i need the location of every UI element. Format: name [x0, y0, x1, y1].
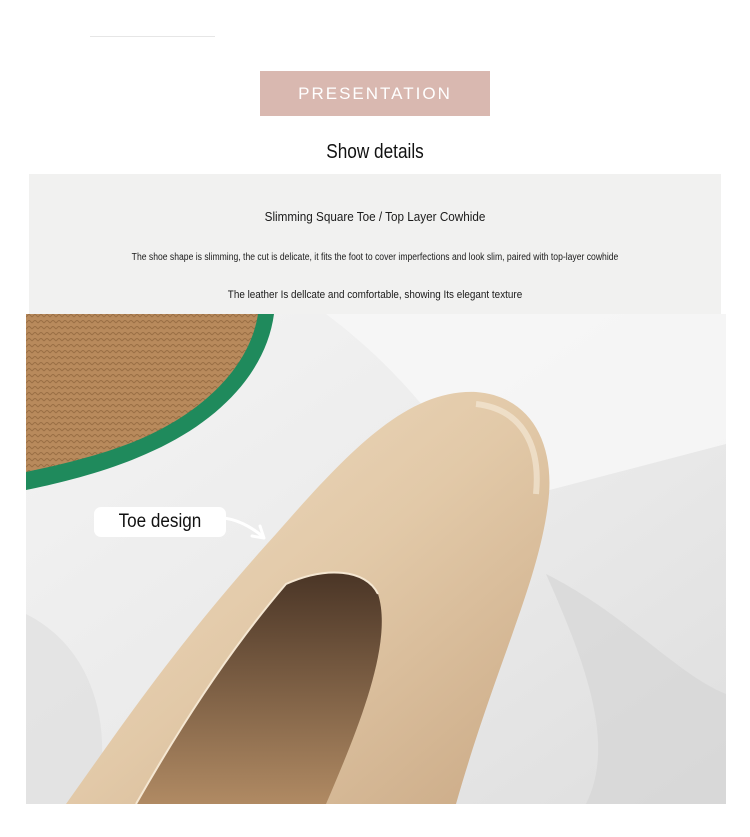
shoe-photo-illustration: [26, 314, 726, 804]
toe-design-label: Toe design: [118, 511, 202, 532]
toe-design-callout: Toe design: [94, 507, 226, 537]
top-divider: [90, 36, 215, 37]
section-title: Show details: [326, 141, 424, 163]
info-panel: Slimming Square Toe / Top Layer Cowhide …: [29, 174, 721, 314]
info-description-line-2: The leather Is dellcate and comfortable,…: [227, 289, 523, 301]
presentation-label: PRESENTATION: [298, 83, 452, 103]
callout-arrow-icon: [222, 516, 266, 540]
product-photo: [26, 314, 726, 804]
info-description-line-1: The shoe shape is slimming, the cut is d…: [131, 252, 619, 263]
info-heading: Slimming Square Toe / Top Layer Cowhide: [264, 209, 486, 224]
presentation-banner: PRESENTATION: [260, 71, 490, 116]
